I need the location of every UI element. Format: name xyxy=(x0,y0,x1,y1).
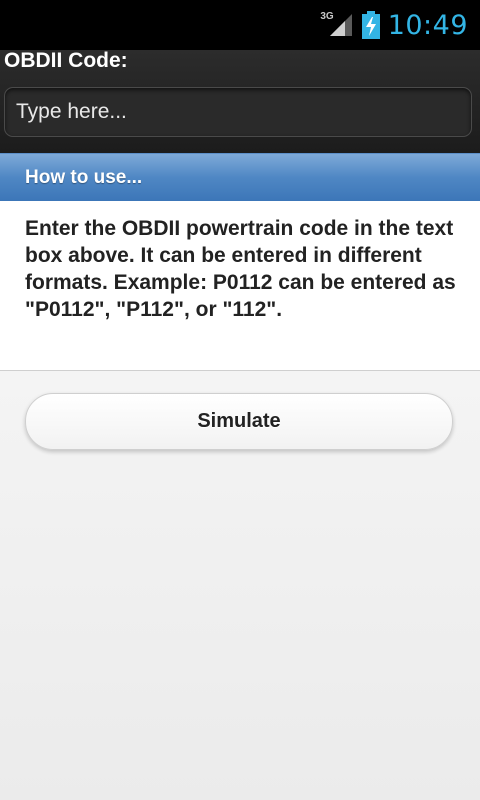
simulate-button[interactable]: Simulate xyxy=(25,393,453,450)
status-icons: 3G 10:49 xyxy=(320,0,468,50)
battery-charging-icon xyxy=(361,11,380,39)
obdii-code-label: OBDII Code: xyxy=(4,49,128,72)
how-to-use-header[interactable]: How to use... xyxy=(0,153,480,201)
clock-time: 10:49 xyxy=(387,9,468,41)
network-type-label: 3G xyxy=(320,10,334,22)
how-to-use-title: How to use... xyxy=(25,167,143,188)
instructions-panel: Enter the OBDII powertrain code in the t… xyxy=(0,201,480,371)
instructions-text: Enter the OBDII powertrain code in the t… xyxy=(25,217,456,321)
app-screen: 3G 10:49 OBDII Code: How to use... Enter… xyxy=(0,0,480,800)
status-bar: 3G 10:49 xyxy=(0,0,480,50)
obdii-code-input[interactable] xyxy=(4,87,472,137)
